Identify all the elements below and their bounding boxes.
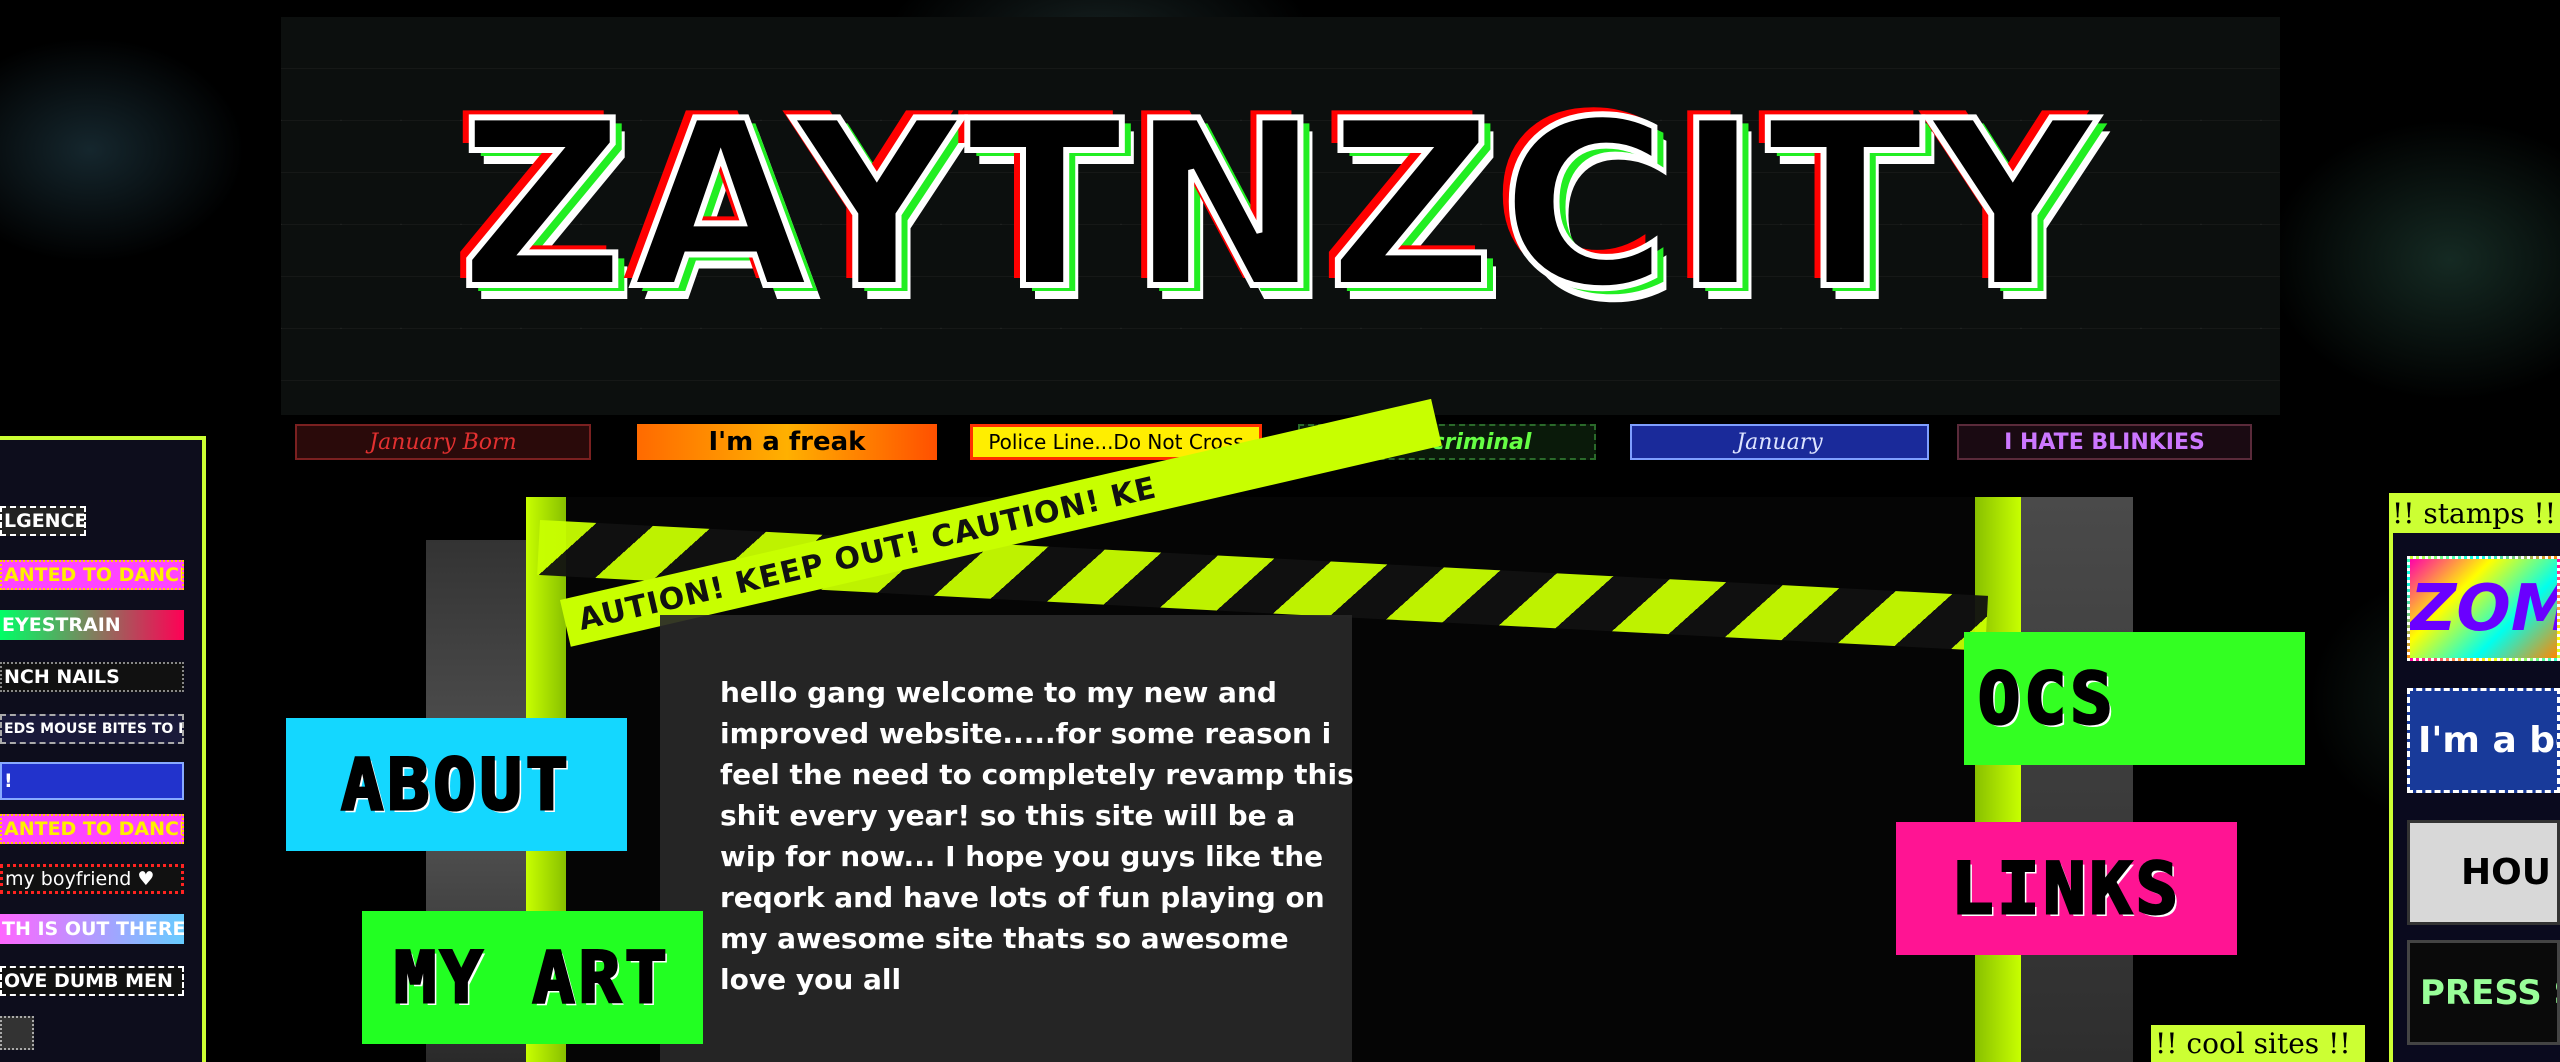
sidebar-blinkie: EDS MOUSE BITES TO LIVE	[0, 714, 184, 744]
nav-links-button[interactable]: LINKS	[1896, 822, 2237, 955]
blinkie-im-a-freak: I'm a freak	[637, 424, 937, 460]
sidebar-blinkie: LGENCE	[0, 506, 86, 536]
site-logo: ZAYTNZCITY	[456, 73, 2103, 340]
stamp-zomg: ZOMG	[2407, 556, 2560, 661]
stamp-im-a-boy: I'm a boy	[2407, 688, 2560, 793]
sidebar-blinkie: my boyfriend ♥	[0, 864, 184, 894]
site-banner: ZAYTNZCITY	[281, 17, 2280, 415]
nav-about-button[interactable]: ABOUT	[286, 718, 627, 851]
sidebar-blinkie: ANTED TO DANCE	[0, 814, 184, 844]
welcome-text: hello gang welcome to my new and improve…	[720, 676, 1354, 996]
sidebar-blinkie: TH IS OUT THERE	[0, 914, 184, 944]
sidebar-blinkie: ANTED TO DANCE	[0, 560, 184, 590]
stage-pillar-right	[1975, 497, 2021, 1062]
nav-ocs-button[interactable]: OCS	[1964, 632, 2305, 765]
blinkie-january-born: January Born	[295, 424, 591, 460]
stamp-house: HOU	[2407, 820, 2560, 925]
stamp-space-invaders: PRESS START	[2407, 940, 2560, 1045]
left-sidebar[interactable]: LGENCE ANTED TO DANCE EYESTRAIN NCH NAIL…	[0, 436, 206, 1062]
sidebar-blinkie: OVE DUMB MEN	[0, 966, 184, 996]
sidebar-blinkie: NCH NAILS	[0, 662, 184, 692]
stamps-heading: !! stamps !!	[2389, 493, 2560, 533]
blinkie-january: January	[1630, 424, 1929, 460]
cool-sites-heading: !! cool sites !!	[2151, 1025, 2365, 1062]
sidebar-skull-badge	[0, 1016, 34, 1050]
sidebar-blinkie: EYESTRAIN	[0, 610, 184, 640]
sidebar-blinkie: !	[0, 762, 184, 800]
nav-my-art-button[interactable]: MY ART	[362, 911, 703, 1044]
stage-wall-right	[2021, 497, 2133, 1062]
blinkie-i-hate-blinkies: I HATE BLINKIES	[1957, 424, 2252, 460]
